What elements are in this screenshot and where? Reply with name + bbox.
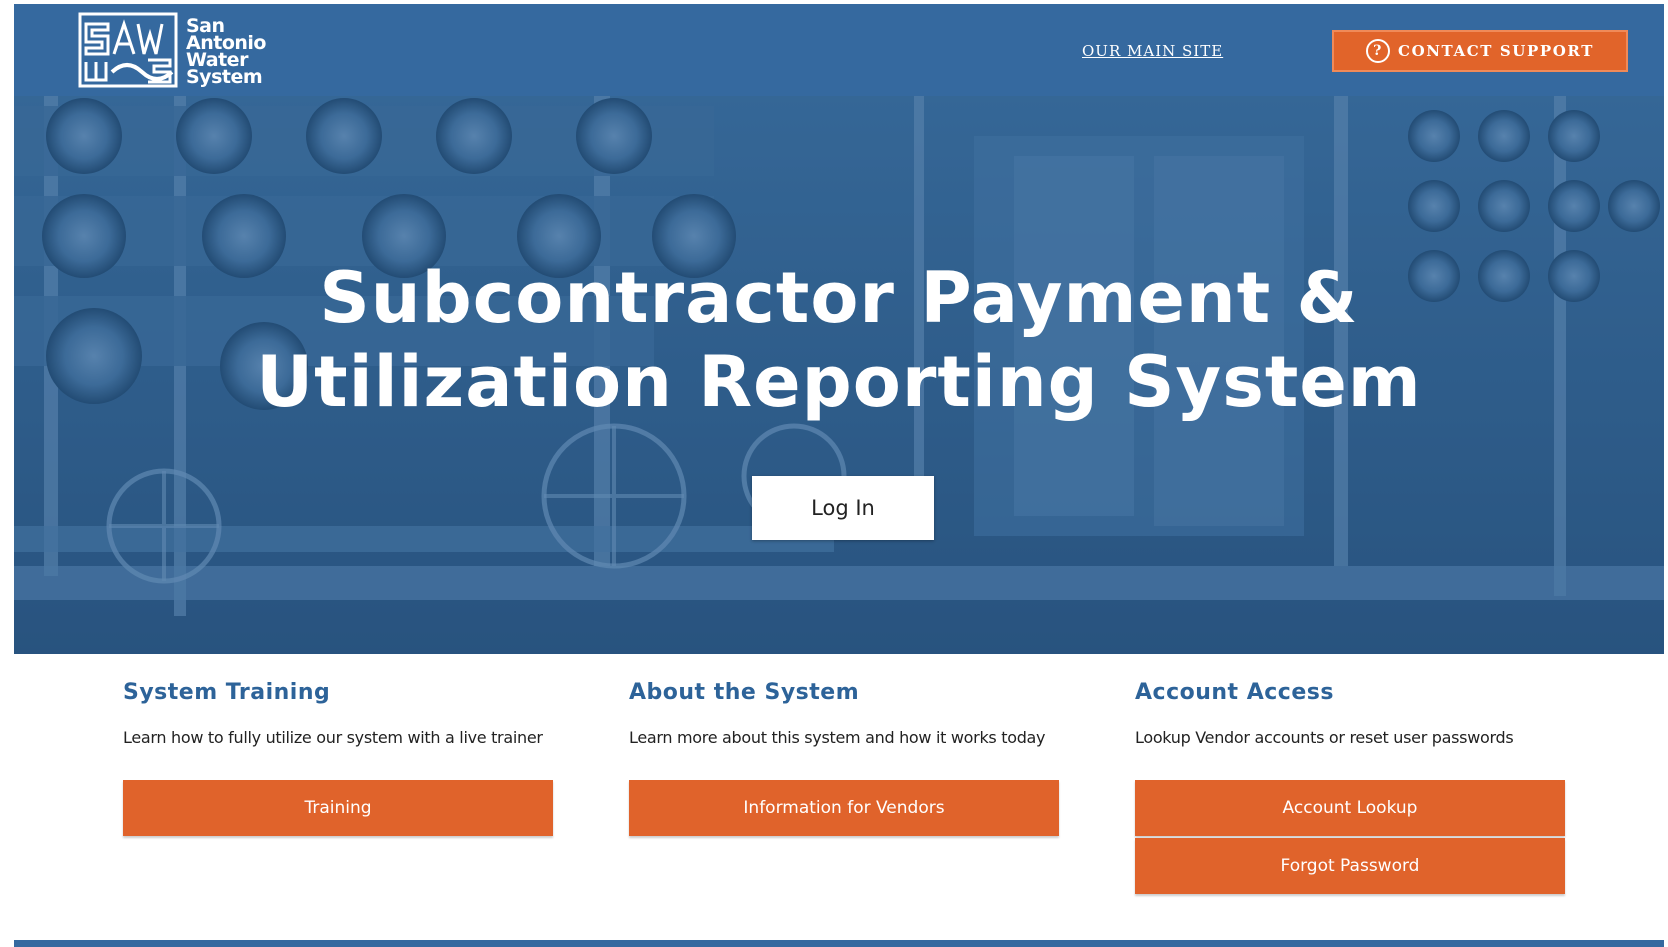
logo-line: System bbox=[186, 66, 263, 88]
account-lookup-button[interactable]: Account Lookup bbox=[1135, 780, 1565, 836]
card-about-system: About the System Learn more about this s… bbox=[629, 680, 1059, 838]
card-account-access: Account Access Lookup Vendor accounts or… bbox=[1135, 680, 1565, 896]
contact-support-label: CONTACT SUPPORT bbox=[1398, 42, 1594, 60]
card-description: Lookup Vendor accounts or reset user pas… bbox=[1135, 728, 1514, 747]
training-button[interactable]: Training bbox=[123, 780, 553, 836]
page: San Antonio Water System OUR MAIN SITE ?… bbox=[0, 0, 1668, 947]
forgot-password-button[interactable]: Forgot Password bbox=[1135, 838, 1565, 894]
card-description: Learn more about this system and how it … bbox=[629, 728, 1046, 747]
card-title: System Training bbox=[123, 680, 331, 705]
card-system-training: System Training Learn how to fully utili… bbox=[123, 680, 553, 838]
card-description: Learn how to fully utilize our system wi… bbox=[123, 728, 543, 747]
saws-logo[interactable]: San Antonio Water System bbox=[78, 10, 278, 92]
our-main-site-link[interactable]: OUR MAIN SITE bbox=[1082, 42, 1223, 60]
hero-title-line: Utilization Reporting System bbox=[256, 341, 1422, 423]
contact-support-button[interactable]: ? CONTACT SUPPORT bbox=[1332, 30, 1628, 72]
site-header: San Antonio Water System OUR MAIN SITE ?… bbox=[14, 4, 1664, 96]
hero-title: Subcontractor Payment & Utilization Repo… bbox=[14, 256, 1664, 424]
logo-wordmark: San Antonio Water System bbox=[186, 17, 266, 88]
info-cards: System Training Learn how to fully utili… bbox=[0, 680, 1668, 920]
footer-bar bbox=[14, 940, 1664, 947]
card-title: Account Access bbox=[1135, 680, 1334, 705]
log-in-button[interactable]: Log In bbox=[752, 476, 934, 540]
card-title: About the System bbox=[629, 680, 860, 705]
hero-title-line: Subcontractor Payment & bbox=[319, 257, 1359, 339]
information-for-vendors-button[interactable]: Information for Vendors bbox=[629, 780, 1059, 836]
question-circle-icon: ? bbox=[1366, 39, 1391, 63]
hero-banner: Subcontractor Payment & Utilization Repo… bbox=[14, 96, 1664, 654]
saws-logo-icon bbox=[78, 12, 178, 88]
